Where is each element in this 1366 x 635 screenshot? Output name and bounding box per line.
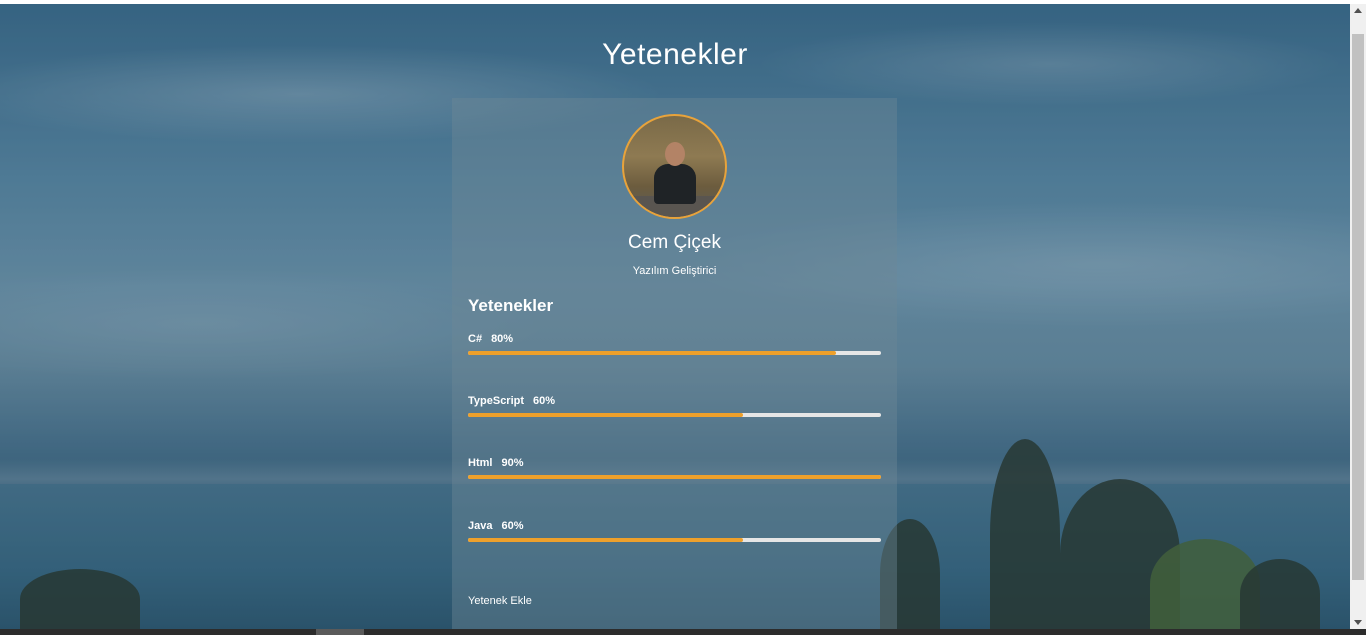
horizontal-scrollbar[interactable] bbox=[0, 629, 1366, 635]
profile-card: Cem Çiçek Yazılım Geliştirici Yetenekler… bbox=[452, 98, 897, 629]
skill-progress-track bbox=[468, 413, 881, 417]
skill-percent: 80% bbox=[491, 333, 514, 345]
skill-name: Java bbox=[468, 520, 493, 532]
skill-name: TypeScript bbox=[468, 395, 525, 407]
scroll-up-arrow-icon[interactable] bbox=[1354, 8, 1362, 13]
avatar bbox=[622, 114, 727, 219]
skill-percent: 60% bbox=[501, 520, 524, 532]
skill-progress-track bbox=[468, 538, 881, 542]
profile-name: Cem Çiçek bbox=[628, 232, 721, 253]
background-landscape: Yetenekler Cem Çiçek Yazılım Geliştirici… bbox=[0, 4, 1350, 629]
page-title: Yetenekler bbox=[602, 38, 748, 72]
add-skill-link[interactable]: Yetenek Ekle bbox=[468, 595, 532, 607]
skill-progress-fill bbox=[468, 538, 743, 542]
skill-label: Java 60% bbox=[468, 520, 524, 532]
skill-progress-track bbox=[468, 475, 881, 479]
skill-label: C# 80% bbox=[468, 333, 513, 345]
skill-label: TypeScript 60% bbox=[468, 395, 555, 407]
skill-item: Java 60% bbox=[468, 520, 881, 550]
skill-name: Html bbox=[468, 457, 493, 469]
profile-role: Yazılım Geliştirici bbox=[632, 265, 717, 277]
skill-percent: 60% bbox=[533, 395, 556, 407]
vertical-scrollbar[interactable] bbox=[1350, 4, 1366, 629]
skill-item: C# 80% bbox=[468, 333, 881, 363]
skill-progress-fill bbox=[468, 351, 836, 355]
skills-heading: Yetenekler bbox=[468, 296, 554, 315]
skill-progress-fill bbox=[468, 413, 743, 417]
avatar-body bbox=[654, 164, 696, 204]
avatar-head bbox=[665, 142, 685, 166]
skill-item: Html 90% bbox=[468, 457, 881, 487]
skill-percent: 90% bbox=[501, 457, 524, 469]
scroll-down-arrow-icon[interactable] bbox=[1354, 620, 1362, 625]
scrollbar-thumb[interactable] bbox=[1352, 34, 1364, 580]
skill-item: TypeScript 60% bbox=[468, 395, 881, 425]
skill-name: C# bbox=[468, 333, 483, 345]
skill-label: Html 90% bbox=[468, 457, 523, 469]
skill-progress-fill bbox=[468, 475, 881, 479]
horizontal-scrollbar-thumb[interactable] bbox=[316, 629, 364, 635]
skill-progress-track bbox=[468, 351, 881, 355]
